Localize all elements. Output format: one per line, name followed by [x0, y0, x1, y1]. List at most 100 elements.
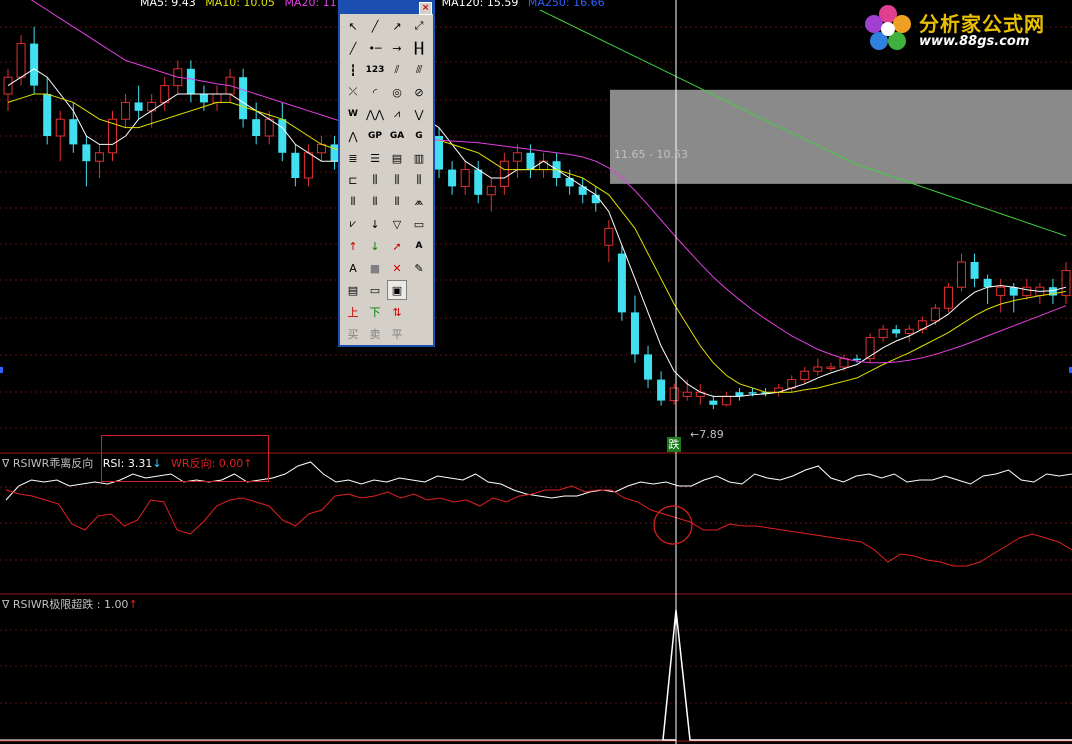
channel2-icon[interactable]: ▥	[409, 148, 429, 168]
candle-body	[930, 307, 940, 322]
red-up2-icon[interactable]: ➚	[387, 236, 407, 256]
parallel-icon[interactable]: ⫽	[387, 60, 407, 80]
candle-body	[1022, 286, 1032, 297]
arrow-line-icon[interactable]: ⤢	[409, 16, 429, 36]
candle-body	[839, 358, 849, 368]
gann-icon[interactable]: ⩕	[409, 192, 429, 212]
zigzag-icon[interactable]: ⩘	[387, 104, 407, 124]
candle-body	[878, 328, 888, 339]
tool-A[interactable]: A	[409, 236, 429, 256]
bars6-icon[interactable]: ⦀	[387, 192, 407, 212]
candle-body	[748, 392, 757, 394]
tool-买[interactable]: 买	[343, 324, 363, 344]
wave3-icon[interactable]: ⋀	[343, 126, 363, 146]
tool-GP[interactable]: GP	[365, 126, 385, 146]
arc-icon[interactable]: ◜	[365, 82, 385, 102]
green-down-icon[interactable]: ↓	[365, 236, 385, 256]
stop-icon[interactable]: ■	[365, 258, 385, 278]
doc-icon[interactable]: ▤	[343, 280, 363, 300]
delete-icon[interactable]: ✕	[387, 258, 407, 278]
candle-body	[186, 68, 195, 94]
double-end-icon[interactable]: ┠┨	[409, 38, 429, 58]
vertical-dot-icon[interactable]: ┇	[343, 60, 363, 80]
candle-body	[3, 76, 13, 95]
red-up-icon[interactable]: ↑	[343, 236, 363, 256]
candle-body	[970, 262, 979, 279]
rect-icon[interactable]: ▭	[409, 214, 429, 234]
main-header: MA5: 9.43 MA10: 10.05 MA20: 11. MA120: 1…	[0, 0, 611, 10]
ma120-label: MA120: 15.59	[441, 0, 519, 9]
candle-body	[826, 366, 836, 369]
chart-canvas[interactable]	[0, 0, 1072, 744]
sell-signal-marker: 跌	[667, 437, 681, 452]
flower-logo-icon	[865, 5, 911, 50]
bars-icon[interactable]: ⫼	[365, 170, 385, 190]
ma20-label: MA20: 11.	[284, 0, 341, 9]
candle-body	[657, 379, 666, 401]
circle-icon[interactable]: ◎	[387, 82, 407, 102]
wave-icon[interactable]: ⋀⋀	[365, 104, 385, 124]
drawing-toolbox[interactable]: × ↖ ╱ ↗ ⤢ ╱ •─ → ┠┨ ┇ 123 ⫽ ⫻ ⤫ ◜ ◎ ⊘ W ⋀⋀ ⩘ ⋁ ⋀ GP GA G ≣ ☰ ▤ ▥ ⊏ ⫼ ⫼…	[338, 0, 435, 347]
candle-body	[892, 329, 901, 334]
candle-body	[30, 43, 39, 86]
A-marker-icon[interactable]: A	[343, 258, 363, 278]
tool-GA[interactable]: GA	[387, 126, 407, 146]
candle-body	[800, 370, 810, 381]
segment-icon[interactable]: ╱	[343, 38, 363, 58]
bars4-icon[interactable]: ⦀	[343, 192, 363, 212]
bars5-icon[interactable]: ⦀	[365, 192, 385, 212]
wave2-icon[interactable]: ⋁	[409, 104, 429, 124]
bracket-icon[interactable]: ⊏	[343, 170, 363, 190]
candle-body	[69, 119, 78, 145]
arrows-icon[interactable]: ⇅	[387, 302, 407, 322]
tool-卖[interactable]: 卖	[365, 324, 385, 344]
bars2-icon[interactable]: ⫼	[387, 170, 407, 190]
ray-icon[interactable]: ↗	[387, 16, 407, 36]
rsiwr-title: ∇ RSIWR乖离反向	[2, 457, 94, 470]
fib2-icon[interactable]: ☰	[365, 148, 385, 168]
tool-123[interactable]: 123	[365, 60, 385, 80]
circle-slash-icon[interactable]: ⊘	[409, 82, 429, 102]
toolbox-titlebar[interactable]: ×	[340, 2, 433, 15]
fan-icon[interactable]: ⩗	[343, 214, 363, 234]
line-icon[interactable]: ╱	[365, 16, 385, 36]
ruler-icon[interactable]: ▭	[365, 280, 385, 300]
cross-line-icon[interactable]: ⤫	[343, 82, 363, 102]
candle-body	[904, 328, 914, 334]
logo-name: 分析家公式网	[919, 12, 1045, 36]
tool-平[interactable]: 平	[387, 324, 407, 344]
candle-body	[278, 119, 287, 153]
moving-average-lines	[7, 0, 1067, 397]
picture-icon[interactable]: ▣	[387, 280, 407, 300]
candle-body	[134, 102, 143, 111]
parallel2-icon[interactable]: ⫻	[409, 60, 429, 80]
candle-body	[512, 152, 522, 162]
close-icon[interactable]: ×	[419, 2, 432, 15]
range-box-rect	[610, 89, 1072, 184]
left-edge-marker	[0, 367, 3, 373]
candle-body	[252, 119, 261, 136]
candle-body	[94, 152, 104, 162]
cursor-icon[interactable]: ↖	[343, 16, 363, 36]
candle-body	[604, 227, 614, 246]
candle-body	[943, 286, 953, 309]
tool-W[interactable]: W	[343, 104, 363, 124]
channel-icon[interactable]: ▤	[387, 148, 407, 168]
fib-icon[interactable]: ≣	[343, 148, 363, 168]
tool-G[interactable]: G	[409, 126, 429, 146]
paint-icon[interactable]: ✎	[409, 258, 429, 278]
bars3-icon[interactable]: ⫼	[409, 170, 429, 190]
price-range-box	[610, 89, 1072, 184]
arrow-right-icon[interactable]: →	[387, 38, 407, 58]
limit-arrow: ↑	[128, 598, 138, 611]
candle-body	[669, 387, 679, 402]
triangle-icon[interactable]: ▽	[387, 214, 407, 234]
down-arrow-icon[interactable]: ↓	[365, 214, 385, 234]
tool-下[interactable]: 下	[365, 302, 385, 322]
candle-body	[1009, 287, 1018, 296]
logo-url[interactable]: www.88gs.com	[919, 34, 1029, 49]
range-label: 11.65 - 10.53	[614, 148, 688, 161]
tool-上[interactable]: 上	[343, 302, 363, 322]
dot-line-icon[interactable]: •─	[365, 38, 385, 58]
limit-panel-title: ∇ RSIWR极限超跌 : 1.00↑	[2, 596, 138, 612]
